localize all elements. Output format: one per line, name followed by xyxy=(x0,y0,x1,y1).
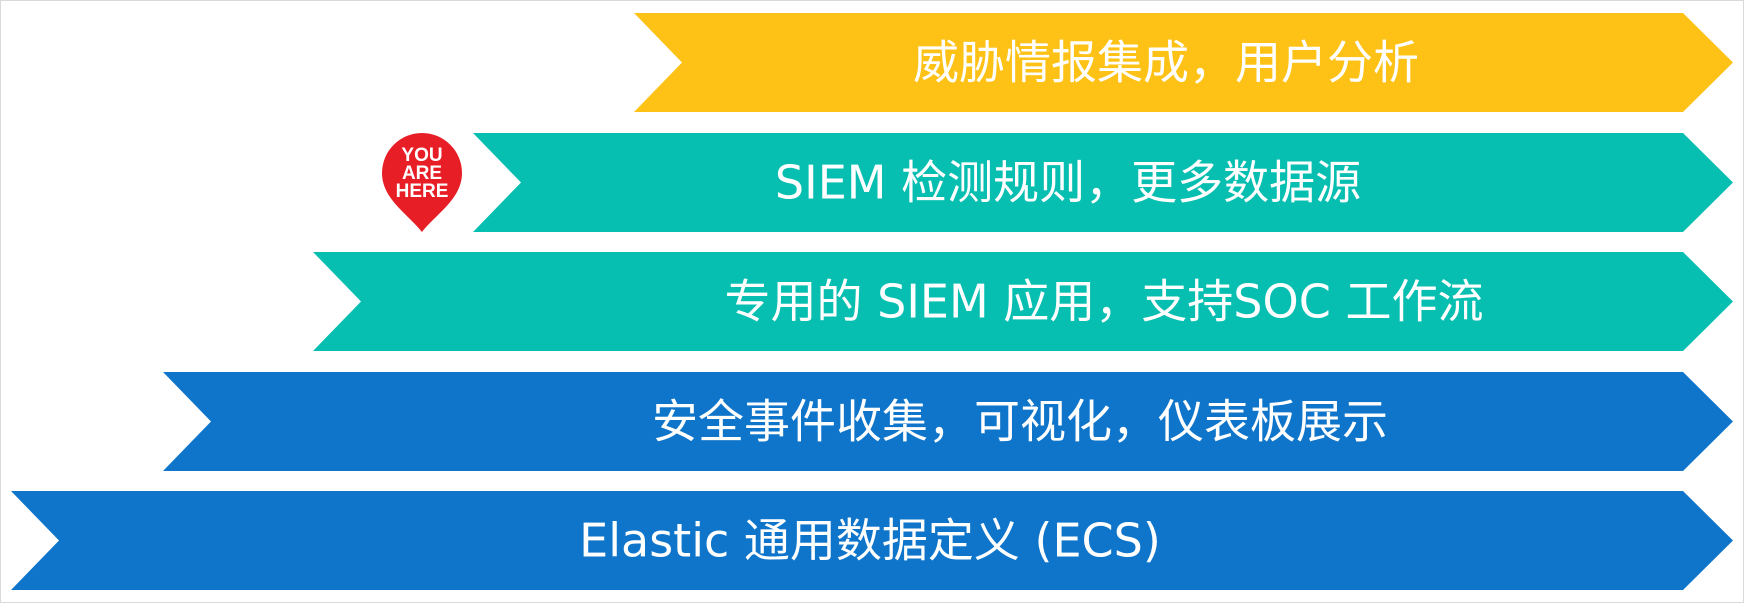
layer-label-1: 威胁情报集成，用户分析 xyxy=(913,36,1419,90)
diagram-frame: 威胁情报集成，用户分析 SIEM 检测规则，更多数据源专用的 SIEM 应用，支持… xyxy=(0,0,1752,611)
roadmap-diagram: 威胁情报集成，用户分析 SIEM 检测规则，更多数据源专用的 SIEM 应用，支持… xyxy=(0,0,1744,603)
layer-label-3: 专用的 SIEM 应用，支持SOC 工作流 xyxy=(725,275,1484,329)
layers-group: 威胁情报集成，用户分析 SIEM 检测规则，更多数据源专用的 SIEM 应用，支持… xyxy=(11,13,1733,590)
layer-label-4: 安全事件收集，可视化，仪表板展示 xyxy=(652,395,1388,449)
layer-label-2: SIEM 检测规则，更多数据源 xyxy=(775,156,1361,210)
marker-text-line-3: HERE xyxy=(396,181,449,202)
layer-label-5: Elastic 通用数据定义 (ECS) xyxy=(579,514,1161,568)
you-are-here-marker: YOUAREHERE xyxy=(382,133,462,232)
